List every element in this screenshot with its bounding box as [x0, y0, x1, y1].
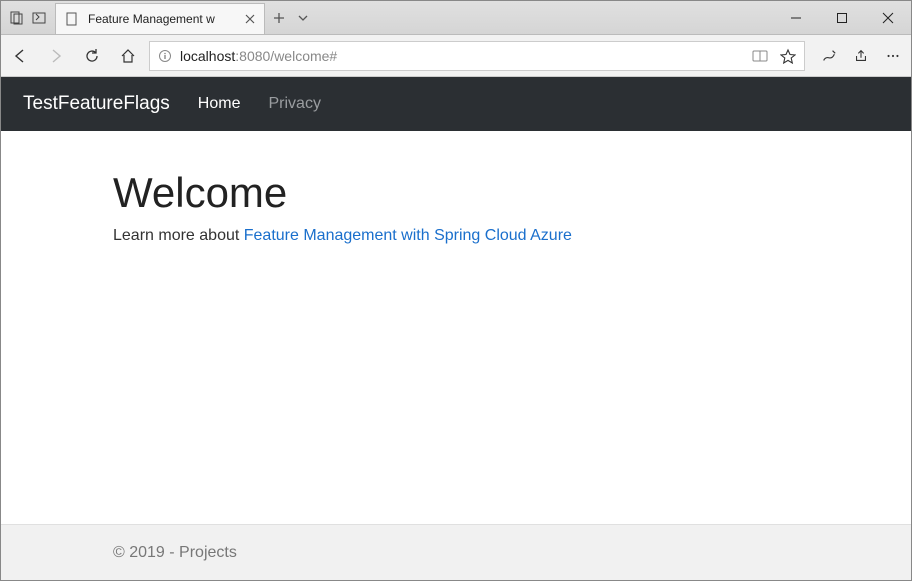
- site-info-icon[interactable]: [158, 49, 172, 63]
- window-controls: [773, 1, 911, 34]
- page-content: Welcome Learn more about Feature Managem…: [1, 131, 911, 524]
- notes-icon[interactable]: [821, 48, 837, 64]
- close-window-button[interactable]: [865, 2, 911, 34]
- address-bar-tools: [752, 48, 796, 64]
- tab-strip-left: [1, 1, 53, 34]
- show-set-aside-icon[interactable]: [31, 10, 47, 26]
- forward-button[interactable]: [47, 47, 65, 65]
- refresh-button[interactable]: [83, 47, 101, 65]
- tab-dropdown-icon[interactable]: [295, 10, 311, 26]
- lead-link[interactable]: Feature Management with Spring Cloud Azu…: [244, 227, 572, 244]
- more-icon[interactable]: [885, 48, 901, 64]
- toolbar-right: [817, 48, 901, 64]
- page-icon: [64, 11, 80, 27]
- site-navbar: TestFeatureFlags Home Privacy: [1, 77, 911, 131]
- nav-link-home[interactable]: Home: [198, 95, 241, 113]
- set-aside-tabs-icon[interactable]: [9, 10, 25, 26]
- url-text: localhost:8080/welcome#: [180, 48, 337, 64]
- nav-link-privacy[interactable]: Privacy: [268, 95, 320, 113]
- browser-tab-strip: Feature Management w: [1, 1, 911, 35]
- page-heading: Welcome: [113, 169, 911, 217]
- browser-tab[interactable]: Feature Management w: [55, 3, 265, 34]
- share-icon[interactable]: [853, 48, 869, 64]
- footer-text: © 2019 - Projects: [113, 544, 237, 562]
- url-host: localhost: [180, 48, 235, 64]
- nav-buttons: [11, 47, 137, 65]
- address-bar[interactable]: localhost:8080/welcome#: [149, 41, 805, 71]
- brand[interactable]: TestFeatureFlags: [23, 93, 170, 115]
- home-button[interactable]: [119, 47, 137, 65]
- back-button[interactable]: [11, 47, 29, 65]
- reading-view-icon[interactable]: [752, 48, 768, 64]
- tab-strip-actions: [265, 1, 317, 34]
- browser-toolbar: localhost:8080/welcome#: [1, 35, 911, 77]
- lead-prefix: Learn more about: [113, 227, 244, 244]
- close-tab-button[interactable]: [244, 13, 256, 25]
- page-lead: Learn more about Feature Management with…: [113, 227, 911, 245]
- maximize-button[interactable]: [819, 2, 865, 34]
- url-path: :8080/welcome#: [235, 48, 337, 64]
- page-footer: © 2019 - Projects: [1, 524, 911, 580]
- minimize-button[interactable]: [773, 2, 819, 34]
- favorite-icon[interactable]: [780, 48, 796, 64]
- page-viewport: TestFeatureFlags Home Privacy Welcome Le…: [1, 77, 911, 580]
- tab-title: Feature Management w: [88, 12, 236, 26]
- new-tab-button[interactable]: [271, 10, 287, 26]
